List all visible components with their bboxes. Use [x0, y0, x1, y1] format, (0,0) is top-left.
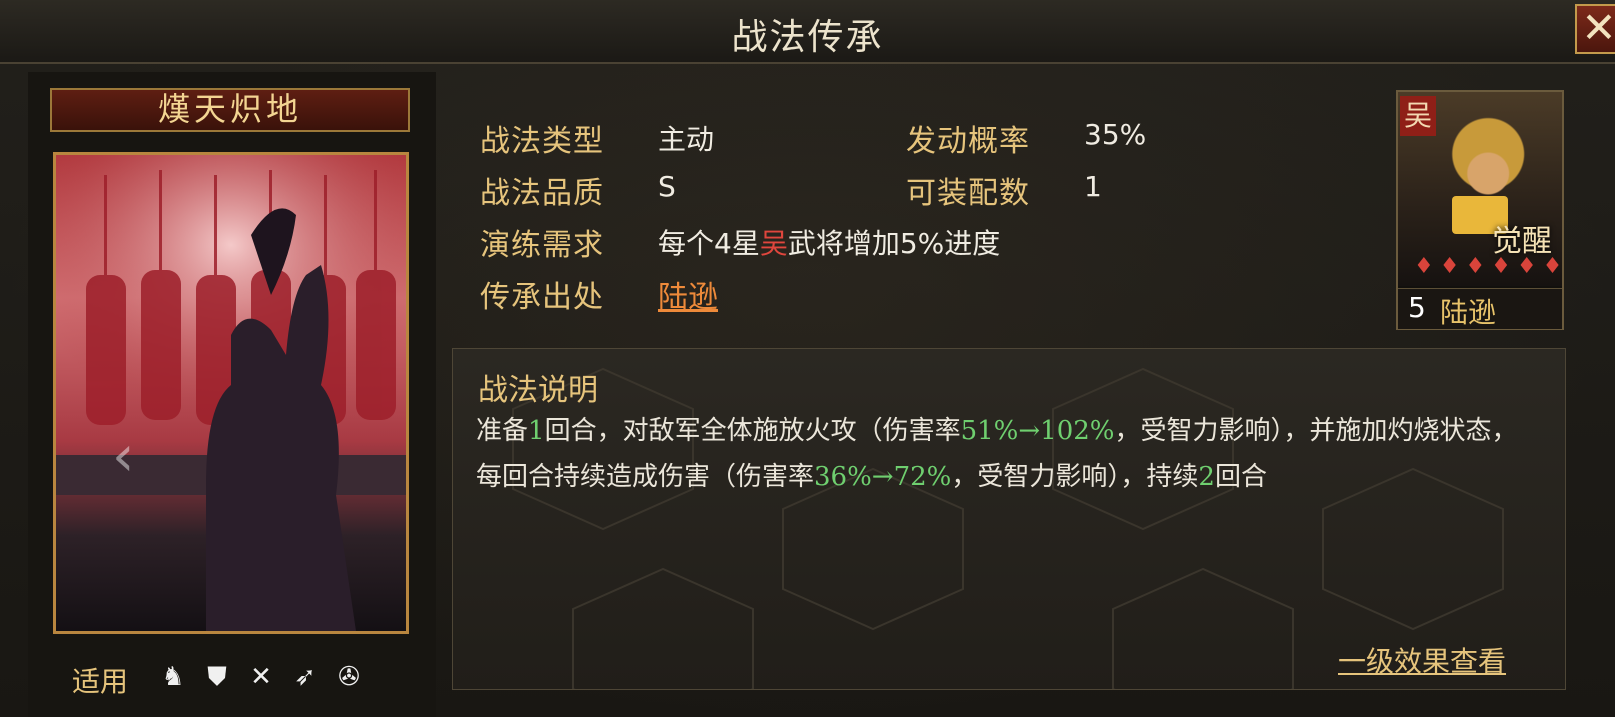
hex-pattern — [512, 367, 1504, 689]
source-hero-link[interactable]: 陆逊 — [658, 272, 718, 316]
description-box — [452, 348, 1566, 690]
slots-value: 1 — [1084, 170, 1102, 203]
source-label: 传承出处 — [480, 280, 604, 315]
desc-seg9: 回合 — [1214, 462, 1267, 492]
hero-stars: ♦♦♦♦♦♦ — [1414, 254, 1569, 279]
cavalry-icon: ♞ — [161, 662, 185, 692]
skill-illustration — [56, 155, 406, 631]
desc-prep-turns: 1 — [528, 416, 545, 446]
faction-badge: 吴 — [1400, 96, 1436, 136]
close-button[interactable]: ✕ — [1575, 4, 1615, 54]
shield-icon: ⛊ — [207, 662, 227, 692]
drill-value-part2: 武将增加5%进度 — [787, 227, 1001, 260]
desc-seg7: ，受智力影响），持续 — [951, 462, 1199, 492]
drill-value: 每个4星吴武将增加5%进度 — [658, 222, 1000, 262]
desc-fire-rate: 51%→102% — [960, 416, 1115, 446]
description-text: 准备1回合，对敌军全体施放火攻（伤害率51%→102%，受智力影响），并施加灼烧… — [476, 408, 1526, 500]
type-label: 战法类型 — [480, 124, 604, 159]
prev-arrow[interactable]: ‹ — [112, 424, 134, 489]
drill-value-part1: 每个4星 — [658, 227, 760, 260]
skill-name: 熯天炽地 — [157, 90, 302, 128]
spear-icon: ➶ — [294, 662, 316, 692]
hero-name: 陆逊 — [1440, 296, 1497, 329]
bow-icon: ✕ — [250, 662, 272, 692]
quality-value: S — [658, 170, 676, 203]
slots-label: 可装配数 — [906, 176, 1030, 211]
description-title: 战法说明 — [478, 373, 598, 408]
desc-seg1: 准备 — [476, 416, 529, 446]
skill-card-art — [53, 152, 409, 634]
drill-label: 演练需求 — [480, 228, 604, 263]
apply-label: 适用 — [72, 665, 129, 698]
window-title: 战法传承 — [731, 17, 884, 58]
desc-seg3: 回合，对敌军全体施放火攻（伤害率 — [544, 416, 961, 446]
quality-label: 战法品质 — [480, 176, 604, 211]
type-value: 主动 — [658, 123, 715, 156]
rate-value: 35% — [1084, 118, 1147, 151]
rate-label: 发动概率 — [906, 124, 1030, 159]
level-one-effect-link[interactable]: 一级效果查看 — [1338, 640, 1506, 680]
wheel-icon: ✇ — [338, 662, 360, 692]
desc-burn-rate: 36%→72% — [814, 462, 952, 492]
drill-faction: 吴 — [759, 227, 788, 260]
desc-burn-turns: 2 — [1198, 462, 1215, 492]
hero-level: 5 — [1408, 291, 1426, 324]
